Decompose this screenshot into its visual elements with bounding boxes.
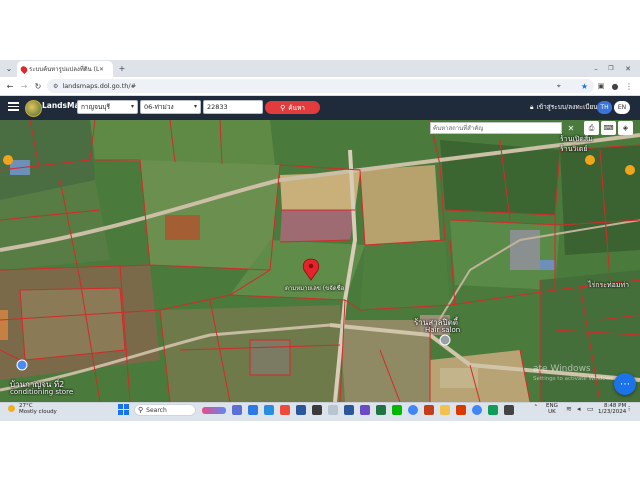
place-search-input[interactable]: ค้นหาสถานที่สำคัญ <box>430 122 562 134</box>
location-icon[interactable]: ⌖ <box>557 82 561 91</box>
login-label: เข้าสู่ระบบ/ลงทะเบียน <box>536 103 598 111</box>
word-icon[interactable] <box>296 405 306 415</box>
login-link[interactable]: 🔒︎ เข้าสู่ระบบ/ลงทะเบียน <box>530 102 598 112</box>
tab-close-icon[interactable]: ✕ <box>99 66 104 73</box>
site-info-icon[interactable]: ⚙ <box>53 83 58 90</box>
taskbar-clock[interactable]: 8:48 PM 1/23/2024 <box>598 403 626 415</box>
powerpoint-icon[interactable] <box>424 405 434 415</box>
weather-desc: Mostly cloudy <box>19 409 57 415</box>
app-red-icon[interactable] <box>280 405 290 415</box>
mail-icon[interactable] <box>264 405 274 415</box>
map-label-pin: ตามหมายเลข (ขจัดชื่อ <box>285 285 345 292</box>
lang-th-button[interactable]: TH <box>597 101 612 114</box>
search-button[interactable]: ⚲ ค้นหา <box>265 101 320 114</box>
tray-chevron-icon[interactable]: ˄ <box>534 404 538 412</box>
forward-button[interactable]: → <box>18 79 30 93</box>
line-icon[interactable] <box>392 405 402 415</box>
poi-marker-left-icon[interactable] <box>3 155 13 165</box>
reload-button[interactable]: ↻ <box>32 79 44 93</box>
search-button-label: ค้นหา <box>288 103 305 112</box>
app-orange-icon[interactable] <box>456 405 466 415</box>
lang-en-button[interactable]: EN <box>614 101 630 114</box>
window-maximize-button[interactable]: ❐ <box>605 62 617 75</box>
window-close-button[interactable]: ✕ <box>622 62 634 75</box>
app-green-icon[interactable] <box>488 405 498 415</box>
new-tab-button[interactable]: + <box>116 62 128 75</box>
poi-marker-edge-icon[interactable] <box>625 165 635 175</box>
wifi-icon[interactable]: ≋ <box>566 405 572 413</box>
layers-icon[interactable]: ◈ <box>618 121 633 135</box>
store-marker-icon[interactable] <box>16 359 28 371</box>
district-select[interactable]: 06-ท่าม่วง ▾ <box>140 100 201 114</box>
hair-salon-marker-icon[interactable] <box>439 334 451 346</box>
tab-list-chevron-icon[interactable]: ⌄ <box>3 62 15 74</box>
bookmark-star-icon[interactable]: ★ <box>581 82 588 91</box>
map-view[interactable]: ร้านเปิดส้ม ร้านวิเตย์ ร้านสาลปิตตี้ Hai… <box>0 120 640 402</box>
battery-icon[interactable]: ▭ <box>587 405 594 413</box>
search-icon: ⚲ <box>138 406 144 414</box>
province-value: กาญจนบุรี <box>81 103 110 111</box>
lock-icon: 🔒︎ <box>530 102 534 111</box>
browser-tab-landsmaps[interactable]: ระบบค้นหารูปแปลงที่ดิน (LandsMa ✕ <box>17 61 113 77</box>
parcel-number-input[interactable]: 22833 <box>203 100 263 114</box>
excel-icon[interactable] <box>376 405 386 415</box>
widgets-icon[interactable] <box>202 407 226 414</box>
keyboard-icon[interactable]: ⌨ <box>601 121 616 135</box>
parcel-number-value: 22833 <box>207 103 228 111</box>
map-label-right-edge: ไร่กระท่อมท่า <box>588 281 630 289</box>
chrome-2-icon[interactable] <box>472 405 482 415</box>
notifications-icon[interactable]: ⁝ <box>628 405 630 413</box>
task-view-icon[interactable] <box>232 405 242 415</box>
map-action-button[interactable]: ⋯ <box>614 373 636 395</box>
dol-logo-icon <box>25 100 42 117</box>
edge-icon[interactable] <box>248 405 258 415</box>
clear-search-button[interactable]: ✕ <box>566 122 576 134</box>
map-label-store-2: conditioning store <box>10 388 74 396</box>
map-label-hair-salon-en: Hair salon <box>425 326 461 334</box>
chevron-down-icon: ▾ <box>130 103 134 110</box>
volume-icon[interactable]: ◂ <box>577 405 581 413</box>
windows-start-icon[interactable] <box>118 404 129 415</box>
address-bar[interactable]: ⚙ landsmaps.dol.go.th/# ⌖ ★ <box>47 79 594 93</box>
profile-icon[interactable]: ● <box>610 79 620 93</box>
browser-menu-icon[interactable]: ⋮ <box>624 79 634 93</box>
search-icon: ⚲ <box>280 103 286 112</box>
word-2-icon[interactable] <box>344 405 354 415</box>
satellite-imagery <box>0 120 640 402</box>
side-panel-icon[interactable]: ▣ <box>596 79 606 93</box>
app-gray-icon[interactable] <box>504 405 514 415</box>
activation-watermark-line2: Settings to activate Windows. <box>533 376 615 382</box>
sun-cloud-icon <box>8 405 15 412</box>
print-icon[interactable]: ⎙ <box>584 121 599 135</box>
chevron-down-icon: ▾ <box>193 103 197 110</box>
file-explorer-icon[interactable] <box>440 405 450 415</box>
map-label-shop-2: ร้านวิเตย์ <box>560 145 588 153</box>
language-line2: UK <box>548 409 556 415</box>
input-language[interactable]: ENG UK <box>546 403 558 415</box>
district-value: 06-ท่าม่วง <box>144 103 174 111</box>
back-button[interactable]: ← <box>4 79 16 93</box>
map-pin-favicon-icon <box>19 64 29 74</box>
chrome-icon[interactable] <box>408 405 418 415</box>
calculator-icon[interactable] <box>328 405 338 415</box>
taskbar-search-box[interactable]: ⚲ Search <box>134 404 196 416</box>
clock-date: 1/23/2024 <box>598 409 627 415</box>
window-minimize-button[interactable]: – <box>590 62 602 75</box>
weather-widget[interactable]: 27°C Mostly cloudy <box>8 403 57 415</box>
province-select[interactable]: กาญจนบุรี ▾ <box>77 100 138 114</box>
tab-title: ระบบค้นหารูปแปลงที่ดิน (LandsMa <box>29 66 99 73</box>
poi-marker-right-icon[interactable] <box>585 155 595 165</box>
address-url: landsmaps.dol.go.th/# <box>62 82 137 90</box>
app-purple-icon[interactable] <box>360 405 370 415</box>
taskbar-search-label: Search <box>146 406 167 414</box>
hamburger-menu-icon[interactable] <box>8 102 19 111</box>
app-dark-icon[interactable] <box>312 405 322 415</box>
activation-watermark-line1: ate Windows <box>533 364 591 374</box>
